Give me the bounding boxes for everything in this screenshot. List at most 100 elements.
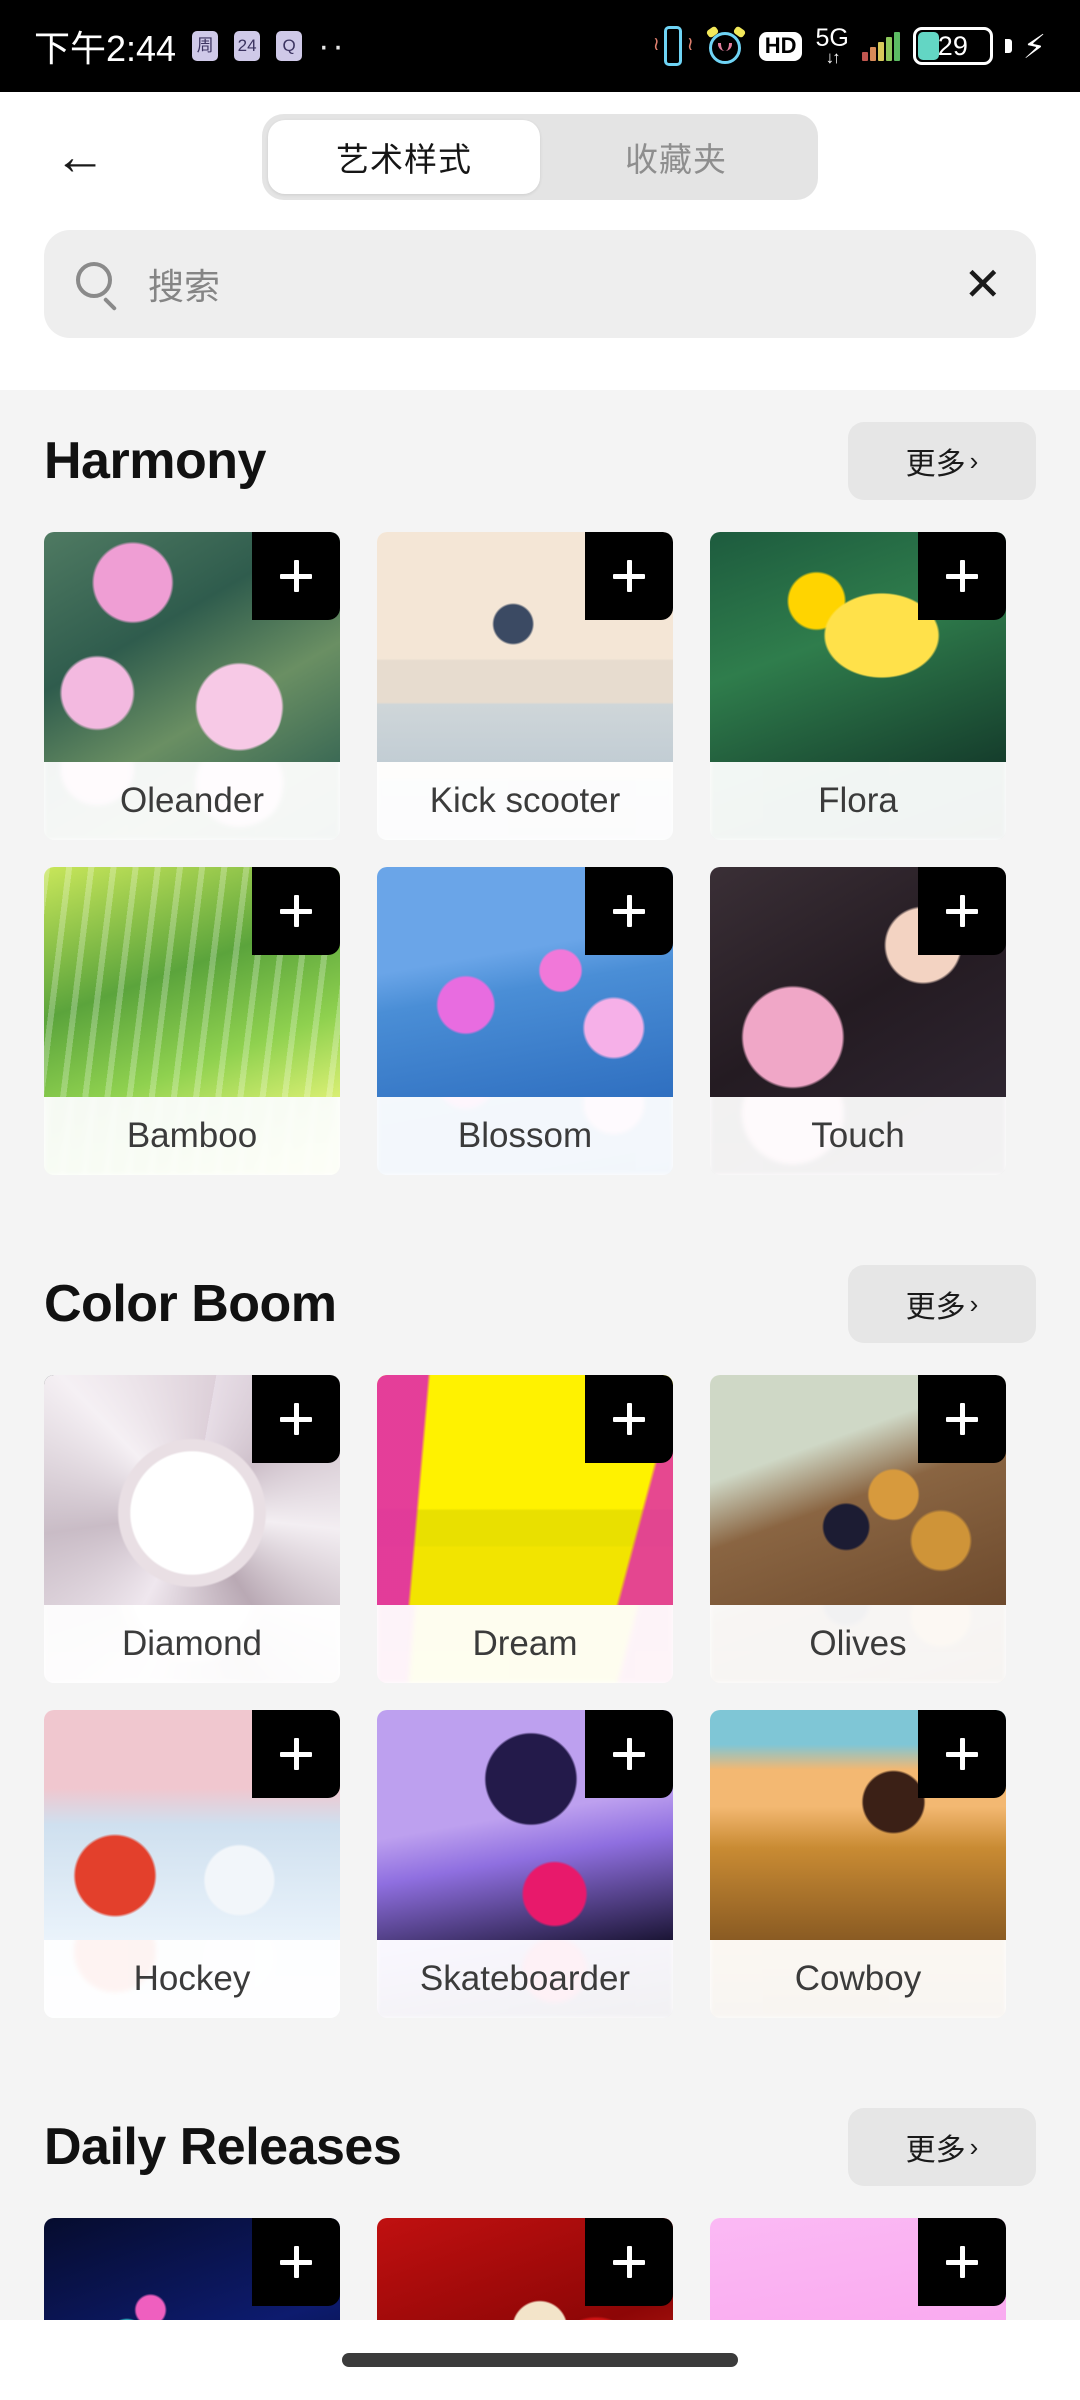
style-card-kick-scooter[interactable]: Kick scooter <box>377 532 673 840</box>
notification-overflow-icon: ·· <box>318 27 347 65</box>
add-style-button[interactable] <box>918 1710 1006 1798</box>
style-card-bamboo[interactable]: Bamboo <box>44 867 340 1175</box>
style-row: Diamond Dream Olives <box>44 1375 1036 1683</box>
add-style-button[interactable] <box>585 532 673 620</box>
more-button-harmony[interactable]: 更多 › <box>848 422 1036 500</box>
style-thumbnail <box>710 1710 1006 1940</box>
style-card-dream[interactable]: Dream <box>377 1375 673 1683</box>
battery-percent-label: 29 <box>937 30 968 61</box>
style-label-band: Olives <box>710 1605 1006 1683</box>
search-input[interactable]: 搜索 <box>148 258 963 310</box>
section-header: Daily Releases 更多 › <box>44 2076 1036 2218</box>
style-card-daily-2[interactable] <box>377 2218 673 2320</box>
plus-icon-vertical <box>626 895 632 927</box>
style-card-touch[interactable]: Touch <box>710 867 1006 1175</box>
battery-cap <box>1004 39 1012 53</box>
vibrate-icon: ≀ ≀ <box>652 24 694 68</box>
plus-icon-vertical <box>293 1738 299 1770</box>
status-bar-left: 下午2:44 周 24 Q ·· <box>34 20 347 72</box>
style-thumbnail <box>377 1375 673 1605</box>
row-spacer <box>44 1683 1036 1710</box>
page-title: Daily Releases <box>44 2118 402 2176</box>
add-style-button[interactable] <box>585 867 673 955</box>
style-label-band: Cowboy <box>710 1940 1006 2018</box>
add-style-button[interactable] <box>918 532 1006 620</box>
more-label: 更多 <box>905 1291 966 1324</box>
signal-bar-2 <box>869 47 876 61</box>
style-row: Hockey Skateboarder Cowboy <box>44 1710 1036 2018</box>
plus-icon-vertical <box>293 895 299 927</box>
plus-icon-vertical <box>959 1738 965 1770</box>
add-style-button[interactable] <box>252 867 340 955</box>
style-label-band: Skateboarder <box>377 1940 673 2018</box>
clear-search-button[interactable]: ✕ <box>963 261 1002 307</box>
battery-icon: 29 <box>912 27 993 65</box>
style-label-band: Diamond <box>44 1605 340 1683</box>
vibrate-phone-shape <box>663 26 682 66</box>
notification-icon-1: 周 <box>192 31 219 61</box>
status-clock: 下午2:44 <box>34 28 177 69</box>
add-style-button[interactable] <box>585 1375 673 1463</box>
style-card-skateboarder[interactable]: Skateboarder <box>377 1710 673 2018</box>
more-label: 更多 <box>905 2134 966 2167</box>
style-thumbnail <box>44 1375 340 1605</box>
app-root: 下午2:44 周 24 Q ·· ≀ ≀ HD 5G ↓↑ 29 ⚡ ← 艺术样… <box>0 0 1080 2400</box>
style-thumbnail <box>377 2218 673 2320</box>
search-icon-handle <box>102 296 118 312</box>
tab-favorites[interactable]: 收藏夹 <box>540 120 812 194</box>
add-style-button[interactable] <box>585 1710 673 1798</box>
search-bar[interactable]: 搜索 ✕ <box>44 230 1036 338</box>
vibrate-wave-right: ≀ <box>686 34 694 55</box>
search-icon <box>74 260 122 312</box>
style-thumbnail <box>377 867 673 1097</box>
style-card-cowboy[interactable]: Cowboy <box>710 1710 1006 2018</box>
plus-icon-vertical <box>959 1403 965 1435</box>
more-button-daily-releases[interactable]: 更多 › <box>848 2108 1036 2186</box>
style-name: Blossom <box>457 1116 593 1155</box>
style-card-blossom[interactable]: Blossom <box>377 867 673 1175</box>
add-style-button[interactable] <box>252 2218 340 2306</box>
style-name: Diamond <box>121 1624 263 1663</box>
tab-art-styles[interactable]: 艺术样式 <box>268 120 540 194</box>
row-spacer <box>44 840 1036 867</box>
hd-icon: HD <box>758 31 803 61</box>
style-card-diamond[interactable]: Diamond <box>44 1375 340 1683</box>
navigation-row: ← 艺术样式 收藏夹 <box>0 92 1080 222</box>
add-style-button[interactable] <box>252 532 340 620</box>
section-header: Color Boom 更多 › <box>44 1233 1036 1375</box>
style-catalog-scroll[interactable]: Harmony 更多 › Oleander Kick scooter Flora… <box>0 390 1080 2320</box>
signal-bar-3 <box>877 42 884 61</box>
style-card-oleander[interactable]: Oleander <box>44 532 340 840</box>
signal-strength-icon <box>861 31 900 61</box>
plus-icon-vertical <box>626 560 632 592</box>
chevron-right-icon: › <box>969 2132 979 2162</box>
back-button[interactable]: ← <box>44 121 116 193</box>
system-navigation-bar <box>0 2320 1080 2400</box>
plus-icon-vertical <box>293 560 299 592</box>
vibrate-wave-left: ≀ <box>652 34 660 55</box>
style-label-band: Oleander <box>44 762 340 840</box>
plus-icon-vertical <box>293 1403 299 1435</box>
plus-icon-vertical <box>626 1403 632 1435</box>
home-indicator[interactable] <box>342 2353 738 2367</box>
more-button-color-boom[interactable]: 更多 › <box>848 1265 1036 1343</box>
style-card-olives[interactable]: Olives <box>710 1375 1006 1683</box>
style-thumbnail <box>44 2218 340 2320</box>
style-thumbnail <box>44 1710 340 1940</box>
add-style-button[interactable] <box>252 1710 340 1798</box>
alarm-icon <box>705 25 746 66</box>
style-label-band: Hockey <box>44 1940 340 2018</box>
style-card-daily-1[interactable] <box>44 2218 340 2320</box>
style-card-daily-3[interactable] <box>710 2218 1006 2320</box>
plus-icon-vertical <box>959 2246 965 2278</box>
add-style-button[interactable] <box>252 1375 340 1463</box>
add-style-button[interactable] <box>918 1375 1006 1463</box>
add-style-button[interactable] <box>918 867 1006 955</box>
chevron-right-icon: › <box>969 1289 979 1319</box>
add-style-button[interactable] <box>585 2218 673 2306</box>
charging-bolt-icon: ⚡ <box>1022 27 1046 65</box>
add-style-button[interactable] <box>918 2218 1006 2306</box>
style-card-flora[interactable]: Flora <box>710 532 1006 840</box>
style-card-hockey[interactable]: Hockey <box>44 1710 340 2018</box>
